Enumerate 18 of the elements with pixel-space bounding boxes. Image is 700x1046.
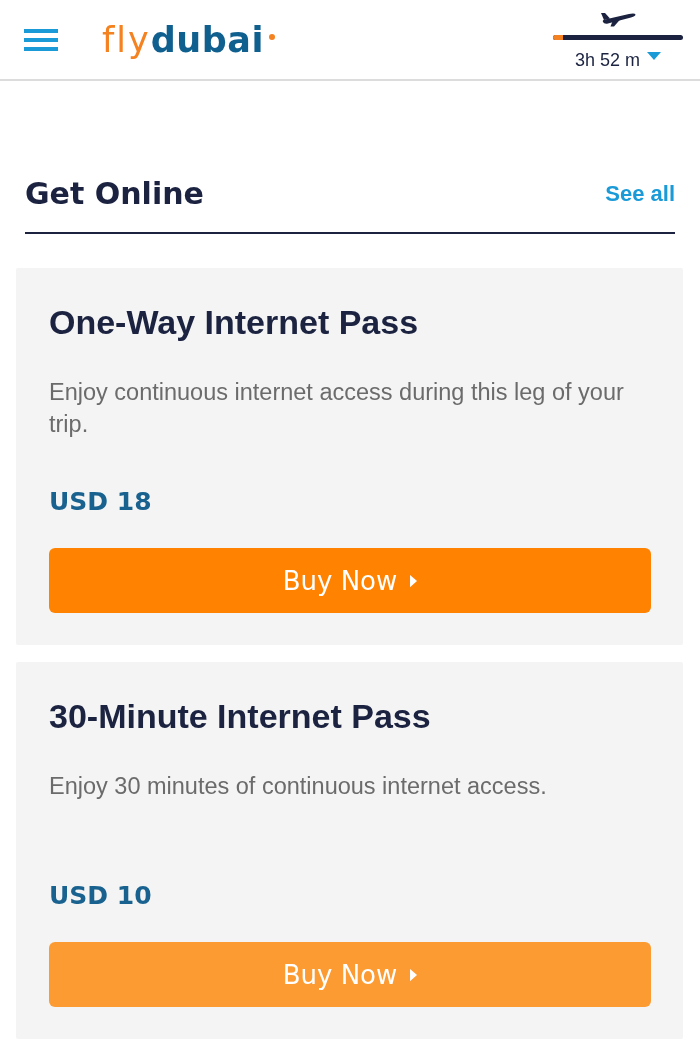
- airplane-icon: [600, 10, 636, 27]
- buy-now-button[interactable]: Buy Now: [49, 942, 651, 1007]
- logo-dot-icon: [268, 33, 275, 40]
- pass-description: Enjoy 30 minutes of continuous internet access.: [49, 772, 548, 801]
- pass-title: 30-Minute Internet Pass: [49, 696, 432, 736]
- buy-now-button[interactable]: Buy Now: [49, 548, 651, 613]
- time-remaining: 3h 52 m: [574, 48, 640, 71]
- caret-down-icon[interactable]: [647, 52, 661, 60]
- caret-right-icon: [410, 967, 418, 982]
- pass-price: USD 18: [49, 486, 153, 518]
- pass-price: USD 10: [49, 880, 153, 912]
- section-title: Get Online: [25, 175, 204, 213]
- pass-title: One-Way Internet Pass: [49, 302, 420, 342]
- pass-description: Enjoy continuous internet access during this leg of your trip.: [49, 378, 625, 439]
- see-all-link[interactable]: See all: [605, 180, 675, 208]
- logo-wordmark: flydubai: [102, 19, 264, 60]
- caret-right-icon: [410, 573, 418, 588]
- menu-icon[interactable]: [24, 28, 58, 51]
